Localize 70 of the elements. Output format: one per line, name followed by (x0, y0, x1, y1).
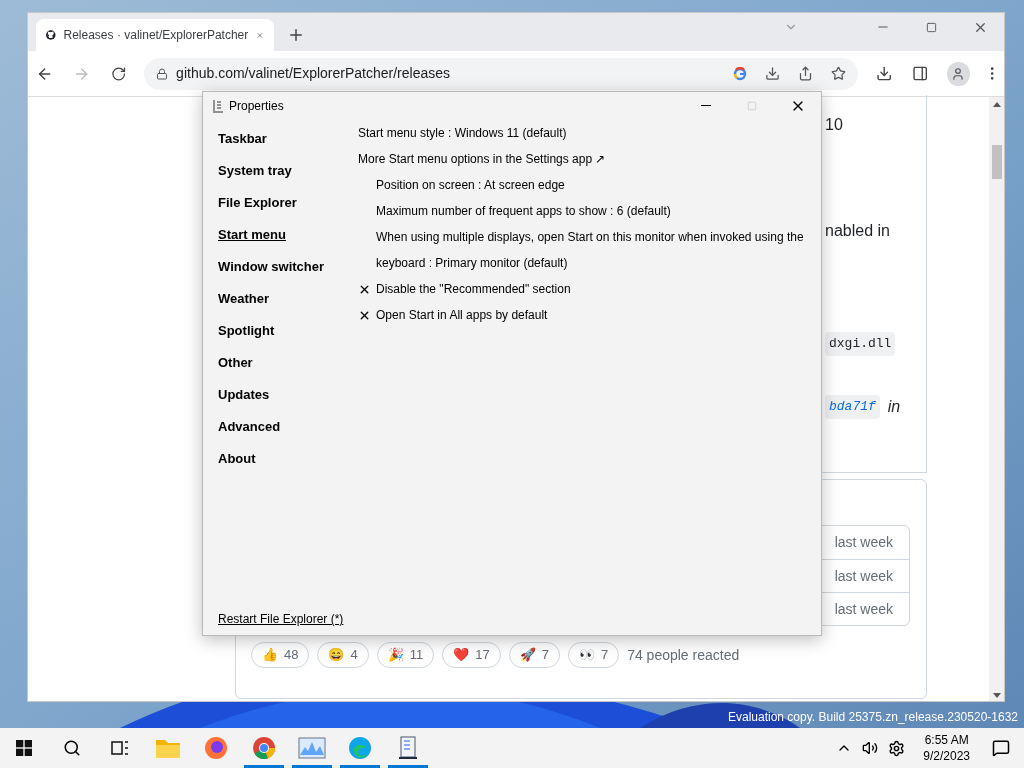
setting-toggle[interactable]: Disable the "Recommended" section (376, 276, 571, 302)
running-indicator (388, 765, 428, 768)
tricolor-circle-icon (252, 736, 276, 760)
sidebar-item[interactable]: File Explorer (218, 187, 358, 219)
volume-icon[interactable] (862, 740, 879, 756)
search-icon (63, 739, 81, 757)
install-icon[interactable] (764, 66, 780, 81)
reload-icon[interactable] (110, 65, 127, 82)
wave-circle-icon (348, 736, 372, 760)
reactions-summary: 74 people reacted (627, 645, 740, 665)
commit-link[interactable]: bda71f (825, 395, 880, 419)
asset-date: last week (834, 533, 893, 552)
sidebar-item[interactable]: About (218, 443, 358, 475)
side-panel-icon[interactable] (912, 65, 929, 82)
code-snippet: dxgi.dll (825, 332, 896, 356)
sidebar-item[interactable]: Advanced (218, 411, 358, 443)
task-view-icon (111, 740, 129, 756)
setting-option[interactable]: Start menu style : Windows 11 (default) (358, 120, 798, 146)
plus-icon (287, 26, 305, 44)
setting-toggle[interactable]: Open Start in All apps by default (376, 302, 548, 328)
profile-avatar[interactable] (946, 61, 970, 86)
notifications-icon[interactable] (992, 739, 1010, 757)
clock[interactable]: 6:55 AM 9/2/2023 (915, 732, 978, 764)
scroll-down-icon[interactable] (992, 693, 1001, 699)
cat-logo-icon (46, 27, 56, 43)
sidebar-item[interactable]: Weather (218, 283, 358, 315)
url-text: github.com/valinet/ExplorerPatcher/releases (176, 64, 451, 83)
scrollbar-thumb[interactable] (991, 145, 1002, 179)
share-icon[interactable] (797, 66, 813, 81)
windows-logo-icon (16, 740, 32, 756)
sidebar-item[interactable]: Start menu (218, 219, 358, 251)
asset-date: last week (834, 599, 893, 619)
chart-window-icon (298, 737, 326, 759)
sidebar-item[interactable]: Window switcher (218, 251, 358, 283)
sidebar-item[interactable]: Taskbar (218, 123, 358, 155)
setting-option[interactable]: Maximum number of frequent apps to show : 6 (default) (376, 198, 816, 224)
running-indicator (292, 765, 332, 768)
g-logo-icon[interactable] (732, 66, 747, 81)
sidebar-item[interactable]: Updates (218, 379, 358, 411)
sidebar-item[interactable]: System tray (218, 155, 358, 187)
scroll-up-icon[interactable] (992, 101, 1001, 107)
maximize-icon (747, 100, 757, 111)
setting-option[interactable]: When using multiple displays, open Start on this monitor when invoked using the keyboard : Primary monitor (default) (376, 224, 816, 276)
asset-date: last week (834, 566, 893, 586)
setting-option[interactable]: Position on screen : At screen edge (376, 172, 816, 198)
download-icon[interactable] (875, 65, 893, 82)
browser-tab[interactable]: Releases · valinet/ExplorerPatcher (36, 19, 274, 51)
window-title: Properties (229, 97, 284, 115)
minimize-icon (701, 105, 711, 106)
window-app-icon (212, 98, 224, 113)
lock-icon (156, 67, 169, 80)
sidebar-item[interactable]: Spotlight (218, 315, 358, 347)
scrollbar[interactable] (989, 97, 1004, 701)
maximize-icon[interactable] (926, 21, 937, 33)
address-bar[interactable]: github.com/valinet/ExplorerPatcher/releases (144, 57, 858, 90)
page-text: in (887, 397, 901, 417)
evaluation-watermark: Evaluation copy. Build 25375.zn_release.230520-1632 (728, 709, 1018, 726)
folder-icon (155, 737, 181, 759)
star-icon[interactable] (830, 66, 846, 81)
properties-window-icon (398, 736, 418, 760)
settings-link[interactable]: More Start menu options in the Settings app ↗ (358, 152, 606, 166)
tab-title: Releases · valinet/ExplorerPatcher (63, 27, 249, 44)
running-indicator (340, 765, 380, 768)
settings-icon[interactable] (888, 739, 906, 757)
page-text: nabled in (825, 221, 890, 241)
fox-globe-icon (204, 736, 228, 760)
sidebar-item[interactable]: Other (218, 347, 358, 379)
page-text: 10 (825, 115, 843, 135)
restart-explorer-link[interactable]: Restart File Explorer (*) (218, 610, 344, 628)
running-indicator (244, 765, 284, 768)
